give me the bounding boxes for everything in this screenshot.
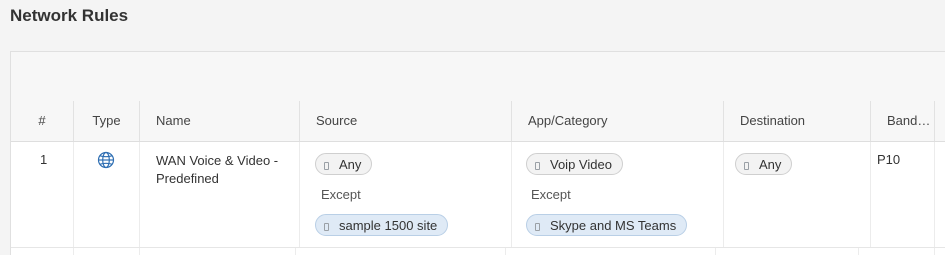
source-except-label: Except [321,187,361,202]
rule-name[interactable]: WAN Voice & Video - Predefined [156,152,286,188]
cell-bandwidth: P10 [871,142,935,247]
cell-type [74,142,140,247]
column-header-source[interactable]: Source [300,101,512,141]
column-header-name[interactable]: Name [140,101,300,141]
site-icon [744,162,749,170]
globe-icon [97,151,115,169]
column-header-app-category[interactable]: App/Category [512,101,724,141]
app-icon [535,223,540,231]
table-toolbar [11,52,945,102]
source-exclude-chip[interactable]: sample 1500 site [315,214,449,236]
page-title: Network Rules [10,6,129,25]
bandwidth-value: P10 [877,152,901,167]
table-header: # Type Name Source App/Category Destinat… [11,101,945,142]
cell-overflow [935,142,945,247]
source-include-chip[interactable]: Any [315,153,373,175]
app-include-label: Voip Video [550,157,612,172]
column-header-type[interactable]: Type [74,101,140,141]
column-header-destination[interactable]: Destination [724,101,871,141]
column-header-index[interactable]: # [11,101,74,141]
source-exclude-label: sample 1500 site [339,218,438,233]
rules-panel: # Type Name Source App/Category Destinat… [10,51,945,255]
app-icon [535,162,540,170]
destination-chip[interactable]: Any [735,153,793,175]
source-include-label: Any [339,157,362,172]
cell-source: Any Except sample 1500 site [300,142,512,247]
app-exclude-label: Skype and MS Teams [550,218,677,233]
table-row[interactable]: 1 WAN Voice & Video - Predefined Any Exc… [11,142,945,248]
cell-app-category: Voip Video Except Skype and MS Teams [512,142,724,247]
cell-name: WAN Voice & Video - Predefined [140,142,300,247]
cell-index: 1 [11,142,74,247]
row-index: 1 [40,152,48,167]
app-exclude-chip[interactable]: Skype and MS Teams [526,214,688,236]
cell-destination: Any [724,142,871,247]
column-header-bandwidth[interactable]: Band… [871,101,935,141]
site-icon [324,162,329,170]
app-except-label: Except [531,187,571,202]
site-icon [324,223,329,231]
app-include-chip[interactable]: Voip Video [526,153,623,175]
destination-label: Any [759,157,782,172]
